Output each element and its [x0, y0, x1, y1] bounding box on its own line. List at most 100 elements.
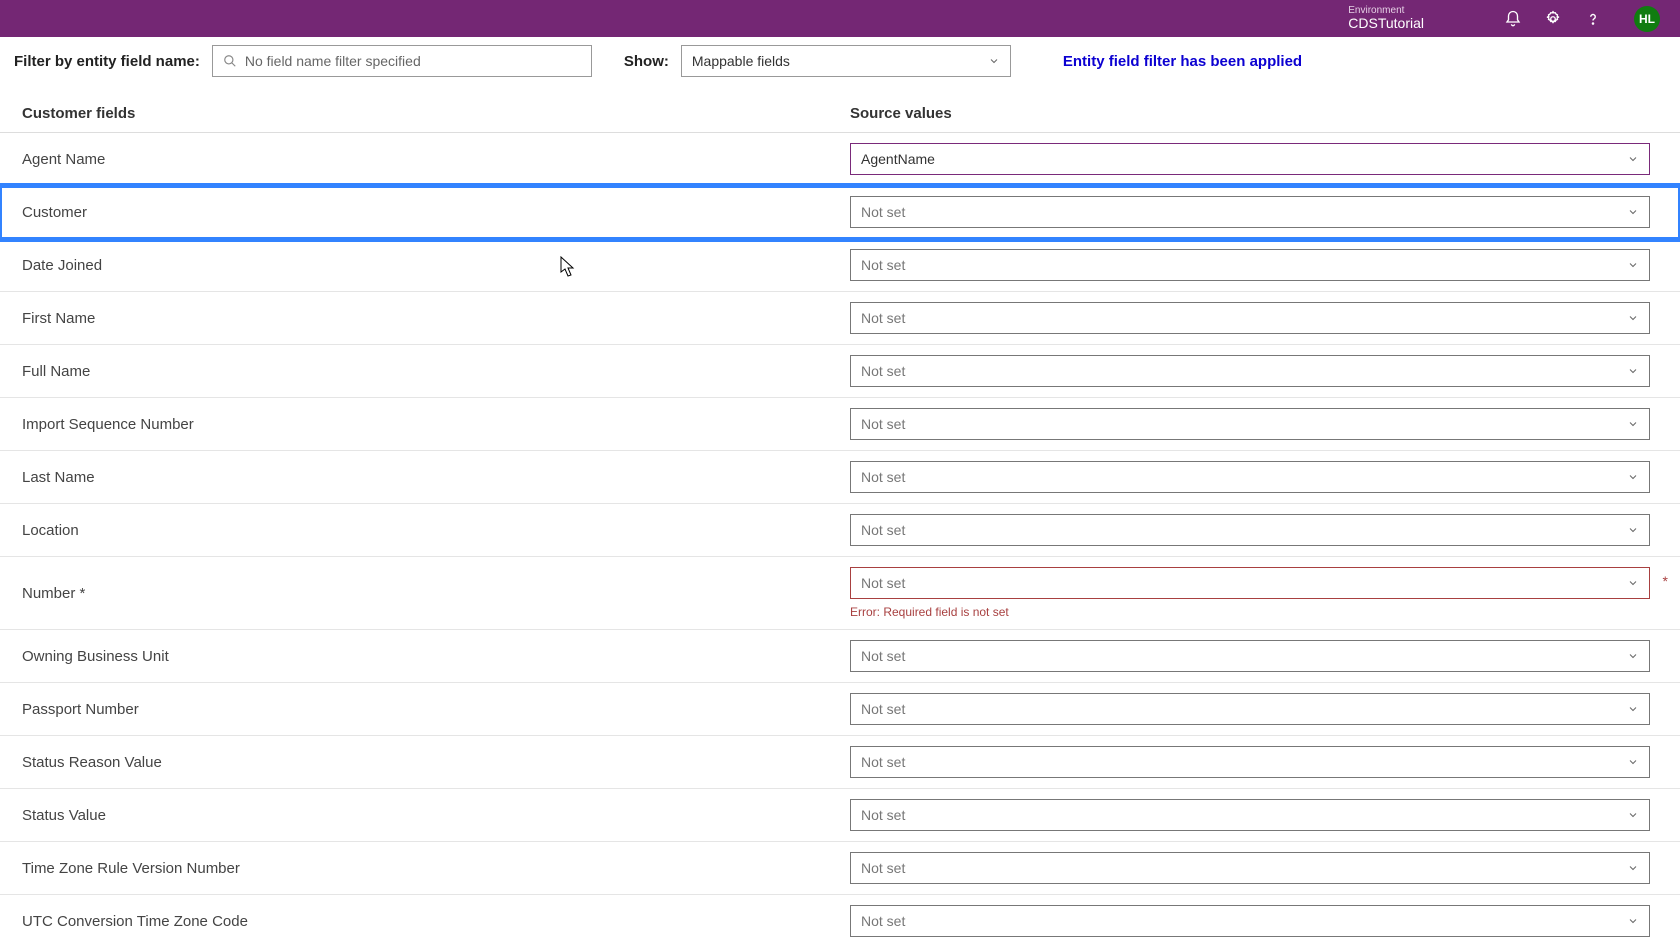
- value-cell: Not set: [850, 799, 1658, 831]
- field-label: First Name: [22, 310, 850, 327]
- select-value: Not set: [861, 416, 905, 432]
- show-select[interactable]: Mappable fields: [681, 45, 1011, 77]
- field-row: Full NameNot set: [0, 345, 1680, 398]
- field-row: Time Zone Rule Version NumberNot set: [0, 842, 1680, 895]
- filter-placeholder: No field name filter specified: [245, 53, 421, 69]
- chevron-down-icon: [1627, 703, 1639, 715]
- field-label: Full Name: [22, 363, 850, 380]
- field-label: Owning Business Unit: [22, 648, 850, 665]
- select-value: Not set: [861, 310, 905, 326]
- field-row: Location Not set: [0, 504, 1680, 557]
- select-value: Not set: [861, 469, 905, 485]
- header-customer-fields: Customer fields: [22, 105, 850, 122]
- field-row: UTC Conversion Time Zone CodeNot set: [0, 895, 1680, 937]
- settings-button[interactable]: [1544, 10, 1562, 28]
- field-row: Agent Name AgentName: [0, 133, 1680, 186]
- source-value-select[interactable]: Not set: [850, 640, 1650, 672]
- select-value: Not set: [861, 860, 905, 876]
- environment-picker[interactable]: Environment CDSTutorial: [1338, 5, 1424, 31]
- source-value-select[interactable]: Not set: [850, 408, 1650, 440]
- notifications-button[interactable]: [1504, 10, 1522, 28]
- chevron-down-icon: [1627, 471, 1639, 483]
- select-value: Not set: [861, 204, 905, 220]
- select-value: Not set: [861, 807, 905, 823]
- value-cell: Not set: [850, 408, 1658, 440]
- value-cell: Not set: [850, 196, 1658, 228]
- chevron-down-icon: [1627, 862, 1639, 874]
- source-value-select[interactable]: Not set: [850, 799, 1650, 831]
- source-value-select[interactable]: Not set: [850, 693, 1650, 725]
- field-row: First Name Not set: [0, 292, 1680, 345]
- source-value-select[interactable]: Not set: [850, 302, 1650, 334]
- field-row: Status Value Not set: [0, 789, 1680, 842]
- select-value: Not set: [861, 575, 905, 591]
- field-row: Import Sequence NumberNot set: [0, 398, 1680, 451]
- field-label: Last Name: [22, 469, 850, 486]
- value-cell: Not set: [850, 355, 1658, 387]
- source-value-select[interactable]: Not set: [850, 746, 1650, 778]
- value-cell: Not set: [850, 302, 1658, 334]
- chevron-down-icon: [1627, 756, 1639, 768]
- field-row: Number * Not set Error: Required field is …: [0, 557, 1680, 630]
- field-row: Customer Not set: [0, 186, 1680, 239]
- source-value-select[interactable]: Not set: [850, 514, 1650, 546]
- source-value-select[interactable]: Not set: [850, 461, 1650, 493]
- source-value-select[interactable]: AgentName: [850, 143, 1650, 175]
- source-value-select[interactable]: Not set: [850, 852, 1650, 884]
- value-cell: Not set: [850, 905, 1658, 937]
- source-value-select[interactable]: Not set: [850, 905, 1650, 937]
- required-indicator: *: [1663, 573, 1668, 589]
- value-cell: Not set Error: Required field is not set: [850, 567, 1658, 619]
- field-label: Number *: [22, 585, 850, 602]
- select-value: AgentName: [861, 151, 935, 167]
- help-button[interactable]: [1584, 10, 1602, 28]
- field-label: Customer: [22, 204, 850, 221]
- chevron-down-icon: [1627, 418, 1639, 430]
- field-rows: Agent NameAgentNameCustomerNot setDate J…: [0, 133, 1680, 937]
- value-cell: AgentName: [850, 143, 1658, 175]
- value-cell: Not set: [850, 514, 1658, 546]
- field-label: Status Value: [22, 807, 850, 824]
- header-source-values: Source values: [850, 105, 1658, 122]
- source-value-select[interactable]: Not set: [850, 196, 1650, 228]
- filter-applied-text: Entity field filter has been applied: [1063, 53, 1302, 70]
- value-cell: Not set: [850, 640, 1658, 672]
- field-row: Last Name Not set: [0, 451, 1680, 504]
- show-label: Show:: [624, 53, 669, 70]
- search-icon: [223, 54, 237, 68]
- chevron-down-icon: [1627, 365, 1639, 377]
- show-value: Mappable fields: [692, 53, 790, 69]
- user-avatar[interactable]: HL: [1634, 6, 1660, 32]
- select-value: Not set: [861, 648, 905, 664]
- select-value: Not set: [861, 522, 905, 538]
- chevron-down-icon: [1627, 524, 1639, 536]
- value-cell: Not set: [850, 249, 1658, 281]
- value-cell: Not set: [850, 746, 1658, 778]
- chevron-down-icon: [1627, 153, 1639, 165]
- value-cell: Not set: [850, 693, 1658, 725]
- source-value-select[interactable]: Not set: [850, 567, 1650, 599]
- chevron-down-icon: [1627, 650, 1639, 662]
- error-text: Error: Required field is not set: [850, 605, 1658, 619]
- avatar-initials: HL: [1639, 12, 1655, 26]
- source-value-select[interactable]: Not set: [850, 355, 1650, 387]
- field-label: Location: [22, 522, 850, 539]
- field-label: UTC Conversion Time Zone Code: [22, 913, 850, 930]
- chevron-down-icon: [988, 55, 1000, 67]
- field-label: Agent Name: [22, 151, 850, 168]
- field-row: Status Reason ValueNot set: [0, 736, 1680, 789]
- chevron-down-icon: [1627, 312, 1639, 324]
- field-row: Owning Business Unit Not set: [0, 630, 1680, 683]
- filter-input[interactable]: No field name filter specified: [212, 45, 592, 77]
- column-headers: Customer fields Source values: [0, 85, 1680, 133]
- field-row: Date JoinedNot set: [0, 239, 1680, 292]
- chevron-down-icon: [1627, 206, 1639, 218]
- select-value: Not set: [861, 701, 905, 717]
- chevron-down-icon: [1627, 915, 1639, 927]
- app-header: Environment CDSTutorial HL: [0, 0, 1680, 37]
- value-cell: Not set: [850, 461, 1658, 493]
- field-label: Status Reason Value: [22, 754, 850, 771]
- source-value-select[interactable]: Not set: [850, 249, 1650, 281]
- select-value: Not set: [861, 257, 905, 273]
- field-label: Passport Number: [22, 701, 850, 718]
